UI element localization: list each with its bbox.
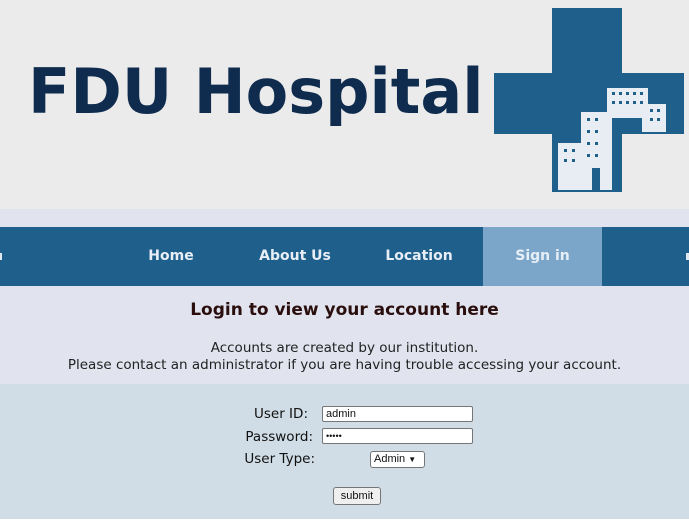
password-input[interactable]: •••••: [322, 428, 473, 444]
page-bottom: [0, 519, 689, 523]
user-type-label: User Type:: [244, 451, 315, 467]
chevron-down-icon: ▼: [408, 455, 417, 464]
nav-edge-left: [0, 253, 2, 260]
password-label: Password:: [245, 429, 313, 445]
header-banner: FDU Hospital: [0, 0, 689, 209]
user-type-value: Admin: [374, 453, 406, 465]
nav-about-us[interactable]: About Us: [239, 227, 351, 286]
site-title: FDU Hospital: [28, 55, 484, 128]
user-id-input[interactable]: admin: [322, 406, 473, 422]
login-heading: Login to view your account here: [190, 300, 499, 320]
submit-button[interactable]: submit: [333, 487, 381, 505]
login-info: Login to view your account here Accounts…: [0, 286, 689, 384]
spacer: [0, 209, 689, 227]
user-type-select[interactable]: Admin ▼: [370, 451, 425, 468]
info-line-1: Accounts are created by our institution.: [210, 340, 479, 356]
nav-location[interactable]: Location: [361, 227, 477, 286]
login-form: User ID: admin Password: ••••• User Type…: [0, 384, 689, 519]
hospital-cross-icon: [494, 8, 684, 192]
nav-sign-in[interactable]: Sign in: [483, 227, 602, 286]
info-line-2: Please contact an administrator if you a…: [67, 357, 622, 373]
nav-home[interactable]: Home: [117, 227, 225, 286]
user-id-label: User ID:: [254, 406, 308, 422]
main-nav: Home About Us Location Sign in: [0, 227, 689, 286]
